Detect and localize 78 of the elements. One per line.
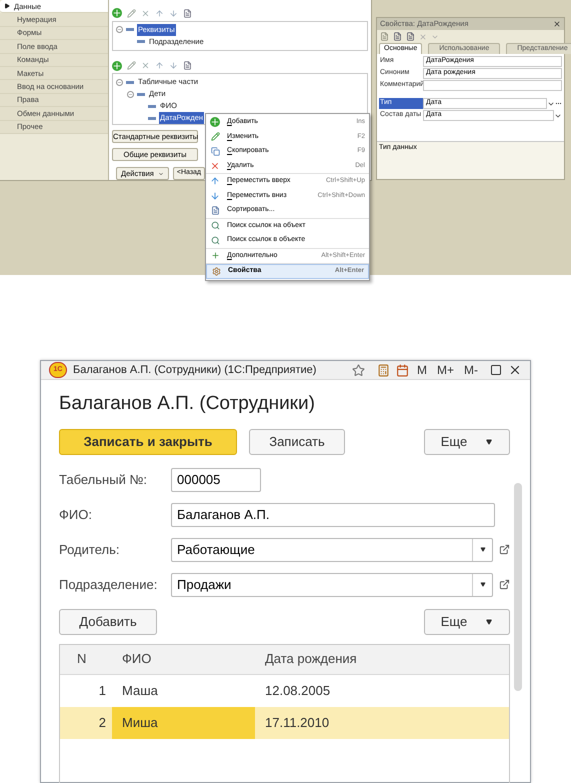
edit-icon[interactable] bbox=[127, 61, 136, 70]
table-row[interactable]: 2 Миша 17.11.2010 bbox=[60, 706, 509, 738]
field-label: Подразделение: bbox=[59, 576, 158, 594]
field-label: Табельный №: bbox=[59, 470, 148, 489]
caret-icon bbox=[480, 582, 486, 587]
table-cell-text: 12.08.2005 bbox=[264, 682, 332, 700]
search-icon bbox=[210, 236, 220, 245]
maximize-icon[interactable] bbox=[490, 364, 502, 376]
move-up-icon[interactable] bbox=[155, 8, 164, 18]
search-icon bbox=[210, 221, 220, 230]
tree-node-icon bbox=[137, 40, 145, 44]
tree-node-icon bbox=[126, 80, 134, 84]
arrow-up-icon bbox=[210, 176, 220, 186]
settings-icon bbox=[212, 266, 220, 276]
select-field[interactable]: Продажи bbox=[171, 572, 493, 596]
table-cell-text: Маша bbox=[121, 682, 159, 700]
list-icon[interactable] bbox=[393, 32, 402, 41]
memory-button[interactable]: M- bbox=[462, 361, 480, 379]
move-up-icon[interactable] bbox=[155, 61, 164, 70]
window-title: Балаганов А.П. (Сотрудники) (1С:Предприятие) bbox=[73, 362, 316, 378]
table-cell-text: 2 bbox=[98, 714, 107, 732]
add-button[interactable]: Добавить bbox=[59, 608, 157, 634]
calendar-icon[interactable] bbox=[396, 364, 409, 376]
plus-icon bbox=[210, 251, 220, 260]
select-field[interactable]: Работающие bbox=[171, 538, 493, 562]
more-button[interactable]: Еще bbox=[424, 608, 510, 634]
field-label: Родитель: bbox=[59, 540, 120, 559]
open-icon[interactable] bbox=[499, 579, 510, 590]
delete-icon bbox=[210, 160, 220, 171]
memory-button[interactable]: M+ bbox=[434, 361, 456, 379]
column-header[interactable]: ФИО bbox=[112, 649, 255, 669]
add-icon[interactable] bbox=[112, 8, 122, 18]
collapse-icon[interactable] bbox=[116, 26, 123, 34]
arrow-down-icon bbox=[210, 190, 220, 201]
input-field[interactable]: 000005 bbox=[171, 468, 261, 492]
close-icon[interactable] bbox=[508, 363, 522, 377]
edit-icon[interactable] bbox=[127, 8, 136, 18]
form-heading: Балаганов А.П. (Сотрудники) bbox=[59, 392, 316, 416]
tree-node-icon bbox=[148, 116, 156, 120]
table-cell: Миша bbox=[112, 706, 255, 738]
copy-icon bbox=[210, 146, 220, 156]
delete-icon[interactable] bbox=[141, 61, 150, 70]
clear-icon[interactable] bbox=[419, 32, 427, 40]
table-cell-text: 17.11.2010 bbox=[264, 714, 330, 732]
favorite-icon[interactable] bbox=[352, 364, 365, 376]
scrollbar[interactable] bbox=[514, 482, 522, 690]
table-row[interactable]: 1 Маша 12.08.2005 bbox=[60, 674, 509, 706]
move-down-icon[interactable] bbox=[169, 61, 178, 70]
delete-icon[interactable] bbox=[141, 8, 150, 18]
table-cell-text: 1 bbox=[98, 682, 107, 700]
open-icon[interactable] bbox=[499, 544, 510, 555]
caret-icon bbox=[158, 170, 164, 177]
caret-icon bbox=[485, 618, 494, 624]
add-icon[interactable] bbox=[112, 60, 122, 71]
column-header[interactable]: N bbox=[60, 649, 112, 669]
calculator-icon[interactable] bbox=[376, 364, 390, 376]
input-field[interactable]: Балаганов А.П. bbox=[171, 502, 495, 526]
caret-icon bbox=[485, 438, 494, 444]
collapse-icon[interactable] bbox=[116, 78, 123, 86]
save-close-button[interactable]: Записать и закрыть bbox=[59, 428, 237, 454]
pointer-icon bbox=[4, 3, 10, 10]
collapse-icon[interactable] bbox=[127, 90, 134, 98]
pencil-icon bbox=[210, 132, 220, 142]
input-field[interactable] bbox=[423, 80, 562, 91]
tree-node-icon bbox=[126, 28, 134, 32]
field-label: ФИО: bbox=[59, 506, 93, 524]
column-header[interactable]: Дата рождения bbox=[255, 649, 509, 669]
ellipsis-icon[interactable] bbox=[555, 100, 562, 107]
close-icon[interactable] bbox=[553, 20, 561, 28]
caret-icon bbox=[480, 547, 486, 552]
save-button[interactable]: Записать bbox=[249, 428, 345, 454]
memory-button[interactable]: M bbox=[414, 361, 429, 379]
doc-icon[interactable] bbox=[406, 32, 415, 41]
tree-node-icon bbox=[137, 92, 145, 96]
add-icon bbox=[210, 117, 220, 128]
more-button[interactable]: Еще bbox=[424, 428, 510, 454]
tree-node-icon bbox=[148, 104, 156, 108]
move-down-icon[interactable] bbox=[169, 8, 178, 18]
